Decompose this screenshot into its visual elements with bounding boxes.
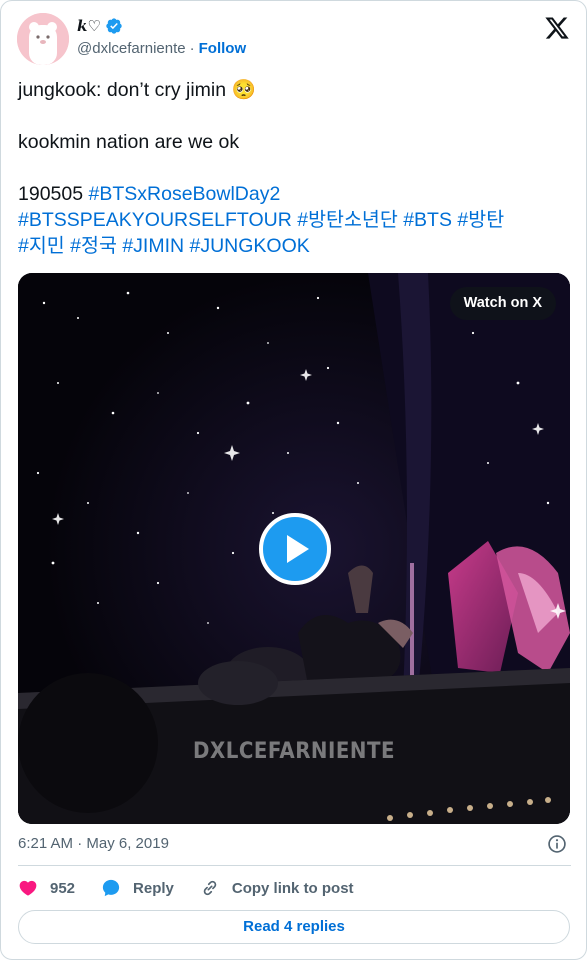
- hashtag-link[interactable]: #정국: [70, 235, 117, 257]
- tweet-header: 𝒌♡ @dxlcefarniente · Follow: [17, 13, 572, 65]
- hashtag-link[interactable]: #BTS: [403, 209, 452, 231]
- hashtag-link[interactable]: #지민: [18, 235, 65, 257]
- display-name[interactable]: 𝒌♡: [77, 17, 101, 35]
- tweet-line-4: #BTSSPEAKYOURSELFTOUR #방탄소년단 #BTS #방탄: [18, 207, 573, 233]
- tweet-line-5: #지민 #정국 #JIMIN #JUNGKOOK: [18, 233, 573, 259]
- copy-link-label: Copy link to post: [231, 879, 354, 897]
- read-replies-button[interactable]: Read 4 replies: [18, 910, 570, 944]
- hashtag-link[interactable]: #BTSxRoseBowlDay2: [89, 183, 281, 205]
- reply-bubble-icon: [102, 879, 120, 897]
- x-logo-icon[interactable]: [544, 15, 570, 41]
- play-icon[interactable]: [259, 513, 331, 585]
- copy-link-button[interactable]: Copy link to post: [200, 878, 354, 898]
- name-row: 𝒌♡: [77, 17, 123, 35]
- handle-row: @dxlcefarniente · Follow: [77, 40, 246, 57]
- like-count: 952: [50, 879, 76, 897]
- tweet-line-3: 190505 #BTSxRoseBowlDay2: [18, 181, 573, 207]
- hashtag-link[interactable]: #JIMIN: [122, 235, 184, 257]
- date-code: 190505: [18, 183, 84, 205]
- separator-dot: ·: [189, 40, 195, 57]
- divider: [18, 865, 571, 866]
- tweet-line-2: kookmin nation are we ok: [18, 131, 240, 153]
- reply-button[interactable]: Reply: [101, 878, 174, 898]
- hashtag-link[interactable]: #JUNGKOOK: [190, 235, 310, 257]
- bear-avatar-icon: [17, 13, 69, 65]
- link-icon: [203, 880, 217, 896]
- hashtag-link[interactable]: #방탄소년단: [297, 209, 398, 231]
- timestamp-link[interactable]: 6:21 AM · May 6, 2019: [18, 835, 169, 852]
- action-bar: 952 Reply Copy link to post: [18, 877, 380, 899]
- tweet-line-1: jungkook: don’t cry jimin 🥺: [18, 77, 573, 103]
- reply-label: Reply: [133, 879, 174, 897]
- like-button[interactable]: 952: [18, 878, 75, 898]
- quote-text: jungkook: don’t cry jimin: [18, 79, 227, 101]
- avatar[interactable]: [17, 13, 69, 65]
- tweet-card: 𝒌♡ @dxlcefarniente · Follow jungkook: do…: [0, 0, 587, 960]
- info-icon[interactable]: [547, 834, 567, 854]
- video-media[interactable]: Watch on X DXLCEFARNIENTE: [18, 273, 570, 824]
- verified-badge-icon: [106, 18, 122, 34]
- tweet-text: jungkook: don’t cry jimin 🥺 kookmin nati…: [18, 77, 573, 259]
- handle[interactable]: @dxlcefarniente: [77, 40, 186, 57]
- heart-icon: [19, 880, 37, 896]
- hashtag-link[interactable]: #BTSSPEAKYOURSELFTOUR: [18, 209, 292, 231]
- video-watermark: DXLCEFARNIENTE: [193, 739, 395, 764]
- follow-button[interactable]: Follow: [199, 40, 247, 57]
- timestamp-row: 6:21 AM · May 6, 2019: [18, 833, 571, 855]
- hashtag-link[interactable]: #방탄: [457, 209, 504, 231]
- watch-on-x-button[interactable]: Watch on X: [449, 287, 556, 320]
- pleading-face-emoji: 🥺: [231, 79, 256, 101]
